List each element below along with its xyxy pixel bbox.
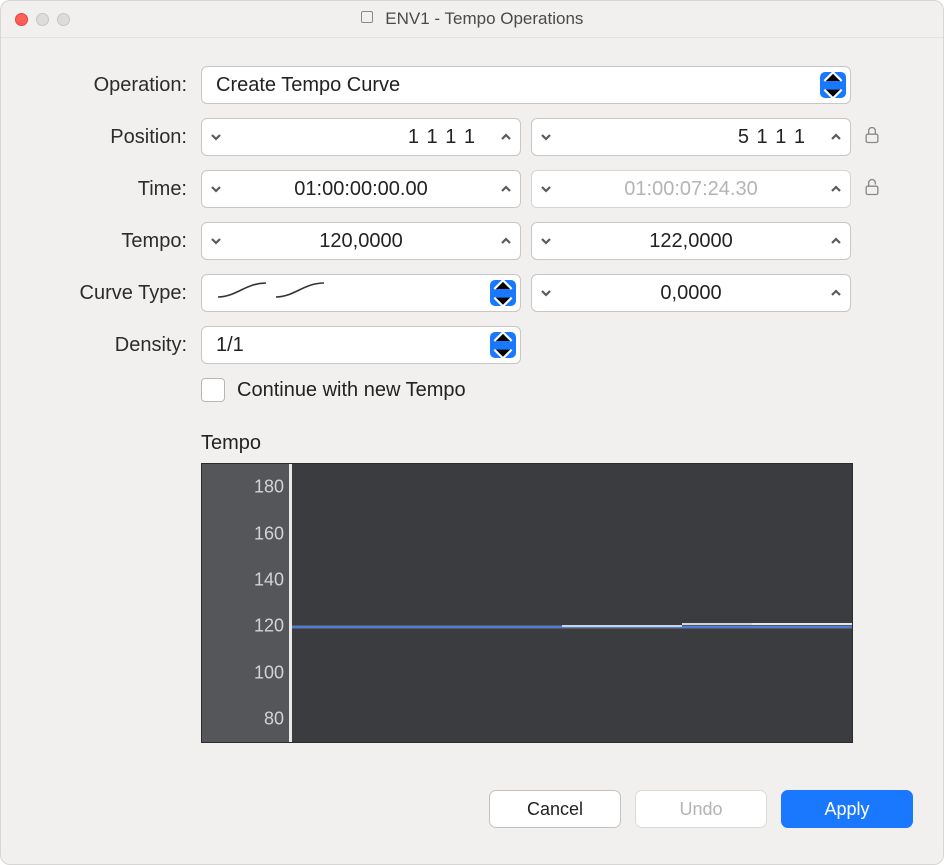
tempo-end-value: 122,0000 — [560, 230, 822, 253]
tempo-axis-tick: 180 — [254, 477, 284, 498]
tempo-axis-tick: 140 — [254, 569, 284, 590]
window-title-text: ENV1 - Tempo Operations — [385, 9, 583, 28]
position-lock-icon[interactable] — [861, 125, 883, 150]
curve-param-field[interactable]: 0,0000 — [531, 274, 851, 312]
density-value: 1/1 — [202, 334, 490, 357]
tempo-start-decrement[interactable] — [202, 223, 230, 259]
curve-type-label: Curve Type: — [31, 282, 191, 305]
time-lock-icon[interactable] — [861, 177, 883, 202]
operation-value: Create Tempo Curve — [202, 74, 820, 97]
window-title: ENV1 - Tempo Operations — [1, 9, 943, 29]
time-end-field: 01:00:07:24.30 — [531, 170, 851, 208]
curve-type-dropdown-icon — [490, 280, 516, 306]
time-start-field[interactable]: 01:00:00:00.00 — [201, 170, 521, 208]
operation-label: Operation: — [31, 74, 191, 97]
tempo-start-value: 120,0000 — [230, 230, 492, 253]
tempo-axis-tick: 80 — [264, 708, 284, 729]
document-icon — [361, 11, 373, 23]
density-label: Density: — [31, 334, 191, 357]
time-start-increment[interactable] — [492, 171, 520, 207]
curve-type-glyph-icon — [202, 279, 490, 307]
position-end-value: 5 1 1 1 — [560, 126, 822, 149]
curve-param-value: 0,0000 — [560, 282, 822, 305]
zoom-window-button[interactable] — [57, 13, 70, 26]
position-label: Position: — [31, 126, 191, 149]
tempo-graph[interactable]: 180 160 140 120 100 80 — [201, 463, 853, 743]
continue-new-tempo-checkbox[interactable]: Continue with new Tempo — [201, 378, 851, 402]
tempo-graph-playhead — [289, 464, 292, 742]
position-start-field[interactable]: 1 1 1 1 — [201, 118, 521, 156]
tempo-operations-window: ENV1 - Tempo Operations Operation: Creat… — [0, 0, 944, 865]
operation-dropdown-icon — [820, 72, 846, 98]
titlebar: ENV1 - Tempo Operations — [1, 1, 943, 38]
density-select[interactable]: 1/1 — [201, 326, 521, 364]
operation-select[interactable]: Create Tempo Curve — [201, 66, 851, 104]
tempo-graph-segment — [752, 623, 852, 625]
tempo-axis-tick: 100 — [254, 662, 284, 683]
position-start-value: 1 1 1 1 — [230, 126, 492, 149]
close-window-button[interactable] — [15, 13, 28, 26]
position-start-increment[interactable] — [492, 119, 520, 155]
time-end-decrement — [532, 171, 560, 207]
tempo-start-field[interactable]: 120,0000 — [201, 222, 521, 260]
checkbox-box-icon — [201, 378, 225, 402]
tempo-axis-tick: 160 — [254, 523, 284, 544]
density-dropdown-icon — [490, 332, 516, 358]
minimize-window-button[interactable] — [36, 13, 49, 26]
curve-param-decrement[interactable] — [532, 275, 560, 311]
curve-param-increment[interactable] — [822, 275, 850, 311]
tempo-graph-segment — [682, 623, 752, 625]
tempo-graph-segment — [562, 625, 682, 627]
position-end-field[interactable]: 5 1 1 1 — [531, 118, 851, 156]
time-end-value: 01:00:07:24.30 — [560, 178, 822, 201]
tempo-label: Tempo: — [31, 230, 191, 253]
tempo-end-field[interactable]: 122,0000 — [531, 222, 851, 260]
position-start-decrement[interactable] — [202, 119, 230, 155]
cancel-button[interactable]: Cancel — [489, 790, 621, 828]
traffic-lights — [15, 13, 70, 26]
position-end-decrement[interactable] — [532, 119, 560, 155]
tempo-graph-axis: 180 160 140 120 100 80 — [202, 464, 292, 742]
tempo-axis-tick: 120 — [254, 616, 284, 637]
continue-new-tempo-label: Continue with new Tempo — [237, 379, 466, 402]
tempo-end-increment[interactable] — [822, 223, 850, 259]
time-end-increment — [822, 171, 850, 207]
curve-type-select[interactable] — [201, 274, 521, 312]
time-label: Time: — [31, 178, 191, 201]
tempo-end-decrement[interactable] — [532, 223, 560, 259]
time-start-decrement[interactable] — [202, 171, 230, 207]
undo-button: Undo — [635, 790, 767, 828]
apply-button[interactable]: Apply — [781, 790, 913, 828]
tempo-start-increment[interactable] — [492, 223, 520, 259]
position-end-increment[interactable] — [822, 119, 850, 155]
time-start-value: 01:00:00:00.00 — [230, 178, 492, 201]
tempo-graph-title: Tempo — [201, 432, 913, 455]
